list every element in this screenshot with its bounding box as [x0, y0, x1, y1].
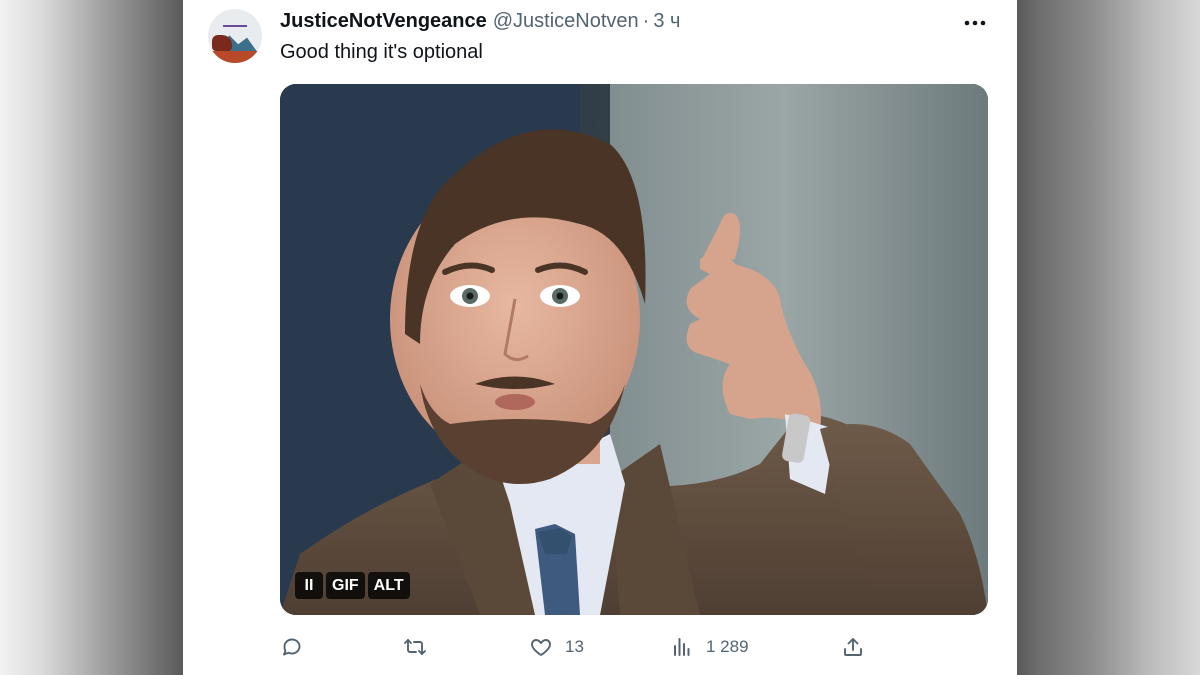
tweet-card[interactable]: JusticeNotVengeance @JusticeNotven · 3 ч… — [183, 0, 1017, 675]
user-handle[interactable]: @JusticeNotven — [493, 10, 639, 33]
share-icon — [844, 638, 862, 656]
tweet-header: JusticeNotVengeance @JusticeNotven · 3 ч — [280, 10, 680, 36]
avatar-rock — [212, 35, 232, 51]
bar-chart-icon — [674, 638, 690, 656]
alt-button[interactable]: ALT — [367, 572, 410, 599]
pause-button[interactable]: II — [295, 572, 323, 599]
tweet-actions: 13 1 289 — [280, 630, 870, 664]
more-options-button[interactable] — [961, 12, 989, 34]
tweet-timestamp[interactable]: 3 ч — [653, 10, 680, 33]
retweet-icon — [404, 639, 426, 655]
views-button[interactable]: 1 289 — [670, 630, 749, 664]
reply-button[interactable] — [280, 630, 316, 664]
share-button[interactable] — [841, 630, 865, 664]
views-count: 1 289 — [706, 637, 749, 656]
gif-frame-illustration — [280, 84, 988, 615]
gif-media[interactable]: II GIF ALT — [280, 84, 988, 615]
avatar-banner-line — [223, 25, 247, 27]
avatar-ground — [208, 51, 262, 63]
like-count: 13 — [565, 637, 584, 656]
display-name[interactable]: JusticeNotVengeance — [280, 10, 487, 33]
like-button[interactable]: 13 — [529, 630, 584, 664]
avatar[interactable] — [208, 9, 262, 63]
more-icon — [964, 20, 986, 26]
separator-dot: · — [642, 10, 650, 32]
heart-icon — [531, 639, 551, 656]
tweet-text: Good thing it's optional — [280, 41, 483, 63]
gif-badge[interactable]: GIF — [326, 572, 365, 599]
media-controls: II GIF ALT — [295, 572, 410, 599]
reply-icon — [283, 638, 301, 656]
retweet-button[interactable] — [403, 630, 439, 664]
